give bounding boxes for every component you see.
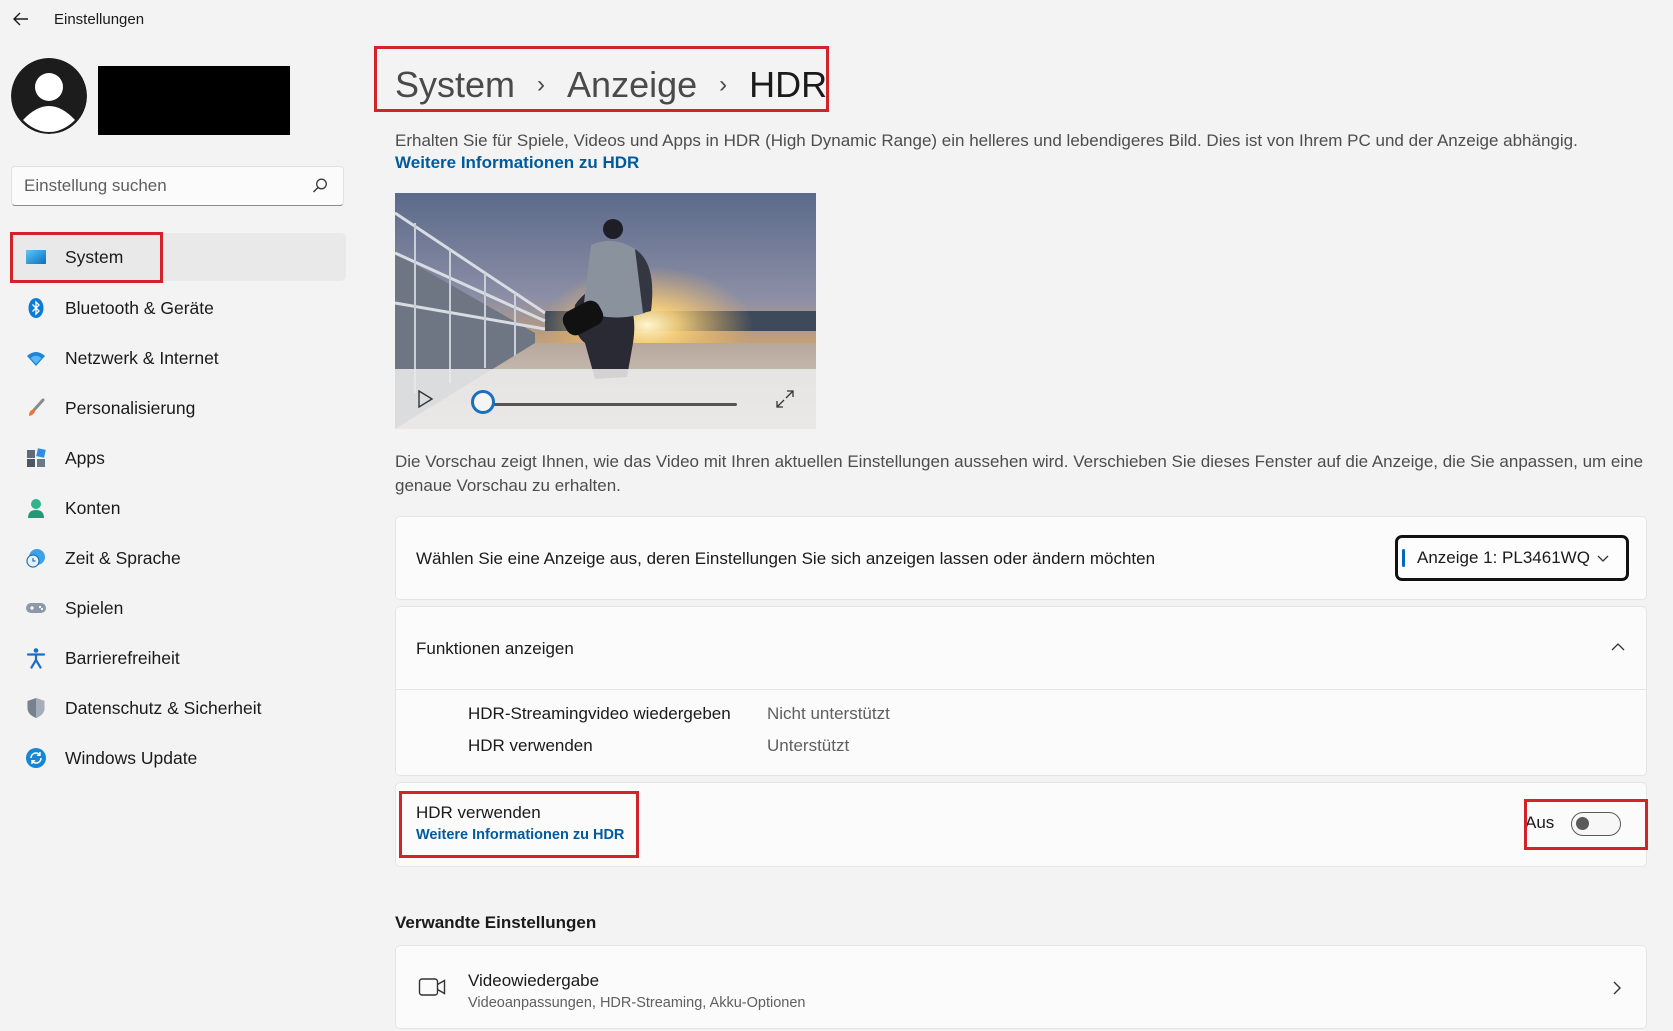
- feature-status: Unterstützt: [767, 736, 850, 755]
- use-hdr-card: HDR verwenden Weitere Informationen zu H…: [395, 782, 1647, 867]
- sidebar-item-label: Konten: [65, 497, 121, 518]
- video-camera-icon: [418, 978, 446, 996]
- video-controls: [395, 369, 816, 429]
- preview-note: Die Vorschau zeigt Ihnen, wie das Video …: [395, 452, 1644, 495]
- video-seek-thumb[interactable]: [471, 390, 495, 414]
- hdr-toggle-switch[interactable]: [1571, 812, 1621, 836]
- display-dropdown[interactable]: Anzeige 1: PL3461WQ: [1395, 535, 1629, 581]
- sidebar-item-windows-update[interactable]: Windows Update: [11, 733, 346, 783]
- sidebar-item-label: Apps: [65, 447, 105, 468]
- sidebar-item-system[interactable]: System: [11, 233, 346, 281]
- video-seek-track[interactable]: [485, 403, 737, 406]
- sidebar-item-apps[interactable]: Apps: [11, 433, 346, 483]
- redacted-user-name: [98, 66, 290, 135]
- sidebar-item-label: Barrierefreiheit: [65, 647, 180, 668]
- dropdown-accent-bar: [1402, 549, 1405, 567]
- back-arrow-icon[interactable]: [10, 8, 32, 30]
- related-item-video-playback[interactable]: Videowiedergabe Videoanpassungen, HDR-St…: [395, 945, 1647, 1029]
- sidebar-item-label: Datenschutz & Sicherheit: [65, 697, 262, 718]
- display-features-header[interactable]: Funktionen anzeigen: [396, 607, 1646, 690]
- use-hdr-title: HDR verwenden: [416, 803, 541, 822]
- hdr-description: Erhalten Sie für Spiele, Videos und Apps…: [395, 131, 1578, 150]
- display-features-title: Funktionen anzeigen: [416, 639, 574, 658]
- feature-name: HDR-Streamingvideo wiedergeben: [468, 704, 731, 723]
- sidebar-item-personalization[interactable]: Personalisierung: [11, 383, 346, 433]
- search-icon[interactable]: [311, 177, 329, 195]
- display-dropdown-value: Anzeige 1: PL3461WQ: [1417, 548, 1590, 567]
- sidebar-item-label: Zeit & Sprache: [65, 547, 181, 568]
- update-icon: [25, 747, 47, 769]
- settings-search-input[interactable]: [24, 167, 304, 205]
- toggle-knob: [1576, 817, 1589, 830]
- breadcrumb-system[interactable]: System: [395, 64, 515, 106]
- sidebar-item-label: Spielen: [65, 597, 124, 618]
- sidebar-item-label: Personalisierung: [65, 397, 196, 418]
- sidebar-item-privacy-security[interactable]: Datenschutz & Sicherheit: [11, 683, 346, 733]
- related-settings-heading: Verwandte Einstellungen: [395, 913, 597, 932]
- apps-icon: [25, 447, 47, 469]
- display-select-label: Wählen Sie eine Anzeige aus, deren Einst…: [416, 549, 1156, 568]
- paintbrush-icon: [25, 397, 47, 419]
- hdr-toggle-state-label: Aus: [1525, 813, 1555, 832]
- learn-more-hdr-link[interactable]: Weitere Informationen zu HDR: [395, 153, 639, 173]
- wifi-icon: [25, 347, 47, 369]
- sidebar-item-label: Windows Update: [65, 747, 198, 768]
- monitor-icon: [25, 246, 47, 268]
- sidebar-item-time-language[interactable]: Zeit & Sprache: [11, 533, 346, 583]
- use-hdr-learn-more-link[interactable]: Weitere Informationen zu HDR: [416, 827, 624, 843]
- fullscreen-icon[interactable]: [775, 389, 795, 409]
- chevron-right-icon: ›: [719, 71, 728, 98]
- account-icon: [25, 497, 47, 519]
- bluetooth-icon: [25, 297, 47, 319]
- display-features-card: Funktionen anzeigen HDR-Streamingvideo w…: [395, 606, 1647, 776]
- sidebar-item-label: System: [65, 246, 124, 267]
- hdr-video-preview: [395, 193, 816, 429]
- play-icon[interactable]: [415, 389, 435, 409]
- sidebar-nav: System Bluetooth & Geräte Netzwerk & Int…: [11, 233, 346, 783]
- user-silhouette-icon: [11, 58, 87, 134]
- accessibility-icon: [25, 647, 47, 669]
- sidebar-item-network[interactable]: Netzwerk & Internet: [11, 333, 346, 383]
- avatar[interactable]: [11, 58, 87, 134]
- related-item-subtitle: Videoanpassungen, HDR-Streaming, Akku-Op…: [468, 995, 806, 1011]
- clock-globe-icon: [25, 547, 47, 569]
- sidebar-item-gaming[interactable]: Spielen: [11, 583, 346, 633]
- sidebar-item-label: Netzwerk & Internet: [65, 347, 219, 368]
- chevron-down-icon: [1597, 555, 1609, 562]
- sidebar-item-accounts[interactable]: Konten: [11, 483, 346, 533]
- shield-icon: [25, 697, 47, 719]
- chevron-right-icon: [1613, 981, 1621, 995]
- chevron-right-icon: ›: [537, 71, 546, 98]
- breadcrumb-display[interactable]: Anzeige: [567, 64, 697, 106]
- gamepad-icon: [25, 597, 47, 619]
- sidebar-item-label: Bluetooth & Geräte: [65, 297, 214, 318]
- breadcrumb: System › Anzeige › HDR: [395, 57, 827, 113]
- feature-status: Nicht unterstützt: [767, 704, 890, 723]
- settings-search-box[interactable]: [11, 166, 344, 206]
- related-item-title: Videowiedergabe: [468, 971, 600, 990]
- page-title: HDR: [749, 64, 828, 105]
- sidebar-item-bluetooth[interactable]: Bluetooth & Geräte: [11, 283, 346, 333]
- sidebar-item-accessibility[interactable]: Barrierefreiheit: [11, 633, 346, 683]
- chevron-up-icon[interactable]: [1610, 640, 1626, 654]
- feature-name: HDR verwenden: [468, 736, 593, 755]
- app-title: Einstellungen: [54, 11, 145, 28]
